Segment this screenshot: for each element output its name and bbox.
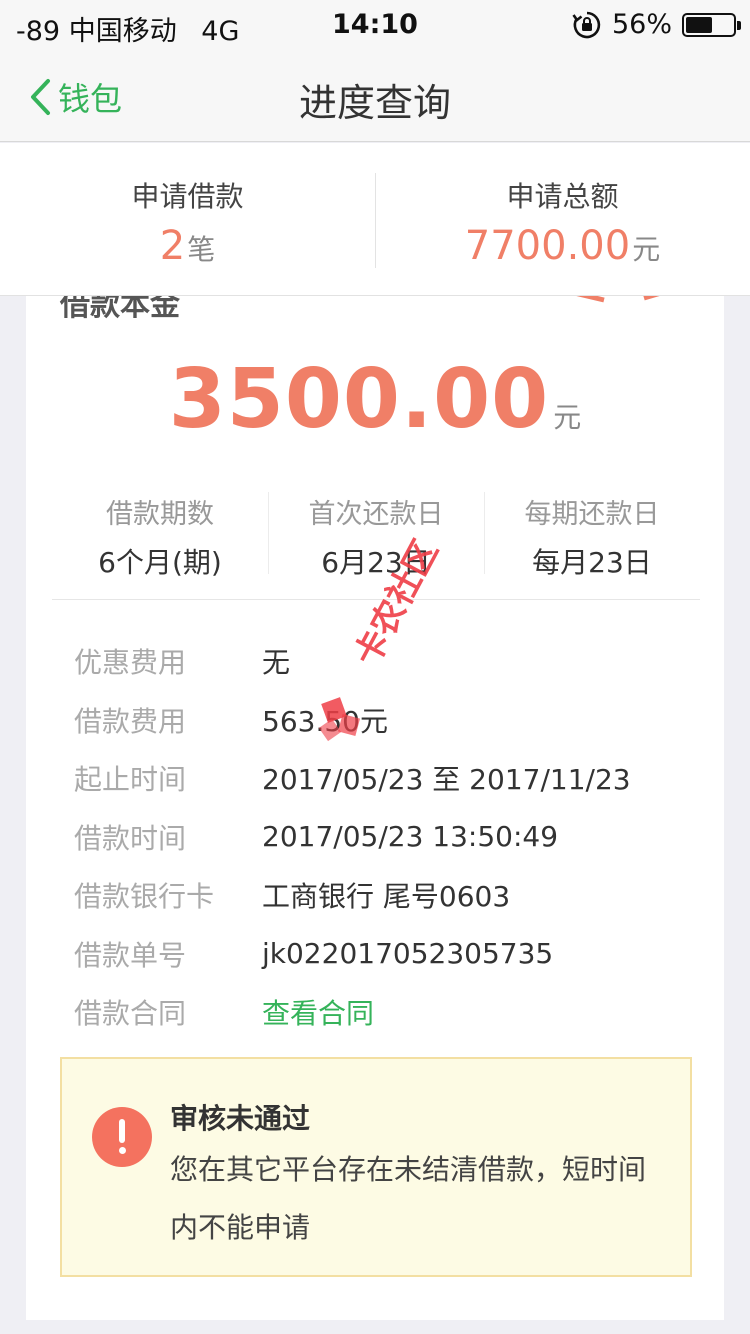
term-monthly-repayment: 每期还款日 每月23日 [484,482,700,599]
summary-count-value: 2 [159,223,186,269]
term-value: 每月23日 [532,546,652,579]
summary-panel: 申请借款 2笔 申请总额 7700.00元 [0,143,750,296]
detail-label: 借款单号 [74,938,187,972]
term-label: 首次还款日 [308,499,444,530]
detail-row-contract: 借款合同 查看合同 [74,983,694,1042]
loan-terms: 借款期数 6个月(期) 首次还款日 6月23日 每期还款日 每月23日 [52,482,700,600]
term-first-repayment: 首次还款日 6月23日 [268,482,484,599]
term-label: 每期还款日 [524,499,660,530]
nav-bar: 钱包 进度查询 [0,52,750,142]
summary-count-label: 申请借款 [131,180,244,213]
detail-row-discount: 优惠费用 无 [74,632,694,691]
detail-value: 2017/05/23 至 2017/11/23 [262,763,631,797]
summary-total-value: 7700.00 [464,223,631,269]
detail-label: 借款时间 [74,821,187,855]
status-bar: -89 中国移动 4G 14:10 56% [0,0,750,52]
summary-total-unit: 元 [632,233,661,266]
battery-tip [737,20,741,30]
detail-value: 2017/05/23 13:50:49 [262,820,559,854]
detail-row-fee: 借款费用 563.50元 [74,691,694,750]
battery-percent: 56% [611,9,672,40]
loan-details: 优惠费用 无 借款费用 563.50元 起止时间 2017/05/23 至 20… [74,632,694,1042]
summary-count-unit: 笔 [187,233,216,266]
loan-card[interactable]: 借款本金 3500.00 元 借款期数 6个月(期) 首次还款日 6月23日 每期… [26,270,724,1320]
summary-total-value-line: 7700.00元 [375,223,750,269]
term-period: 借款期数 6个月(期) [52,482,268,599]
review-notice: 审核未通过 您在其它平台存在未结清借款，短时间内不能申请 [60,1057,692,1277]
exclamation-icon [92,1107,152,1167]
principal-amount-unit: 元 [553,401,582,434]
detail-value: jk022017052305735 [262,937,554,971]
detail-row-loan-time: 借款时间 2017/05/23 13:50:49 [74,808,694,867]
detail-label: 借款合同 [74,997,187,1031]
status-right: 56% [572,9,741,40]
term-label: 借款期数 [106,499,214,530]
detail-value: 工商银行 尾号0603 [262,880,511,914]
term-value: 6月23日 [321,546,431,579]
summary-count-value-line: 2笔 [0,223,375,269]
detail-row-period: 起止时间 2017/05/23 至 2017/11/23 [74,749,694,808]
detail-label: 借款费用 [74,704,187,738]
notice-text: 您在其它平台存在未结清借款，短时间内不能申请 [170,1153,647,1244]
page-title: 进度查询 [298,81,451,125]
view-contract-link[interactable]: 查看合同 [262,992,374,1032]
detail-value: 563.50元 [262,704,388,738]
principal-amount-value: 3500.00 [168,352,550,447]
detail-value: 无 [262,646,291,680]
summary-total: 申请总额 7700.00元 [375,143,750,295]
summary-total-label: 申请总额 [506,180,619,213]
detail-row-bank-card: 借款银行卡 工商银行 尾号0603 [74,866,694,925]
summary-count: 申请借款 2笔 [0,143,375,295]
detail-label: 优惠费用 [74,646,187,680]
rotation-lock-icon [572,10,602,40]
term-value: 6个月(期) [98,546,222,579]
principal-amount: 3500.00 元 [26,352,724,447]
battery-fill [686,16,712,33]
detail-label: 借款银行卡 [74,880,215,914]
detail-row-order-number: 借款单号 jk022017052305735 [74,925,694,984]
detail-label: 起止时间 [74,763,187,797]
notice-title: 审核未通过 [170,1102,311,1135]
battery-icon [682,12,741,37]
